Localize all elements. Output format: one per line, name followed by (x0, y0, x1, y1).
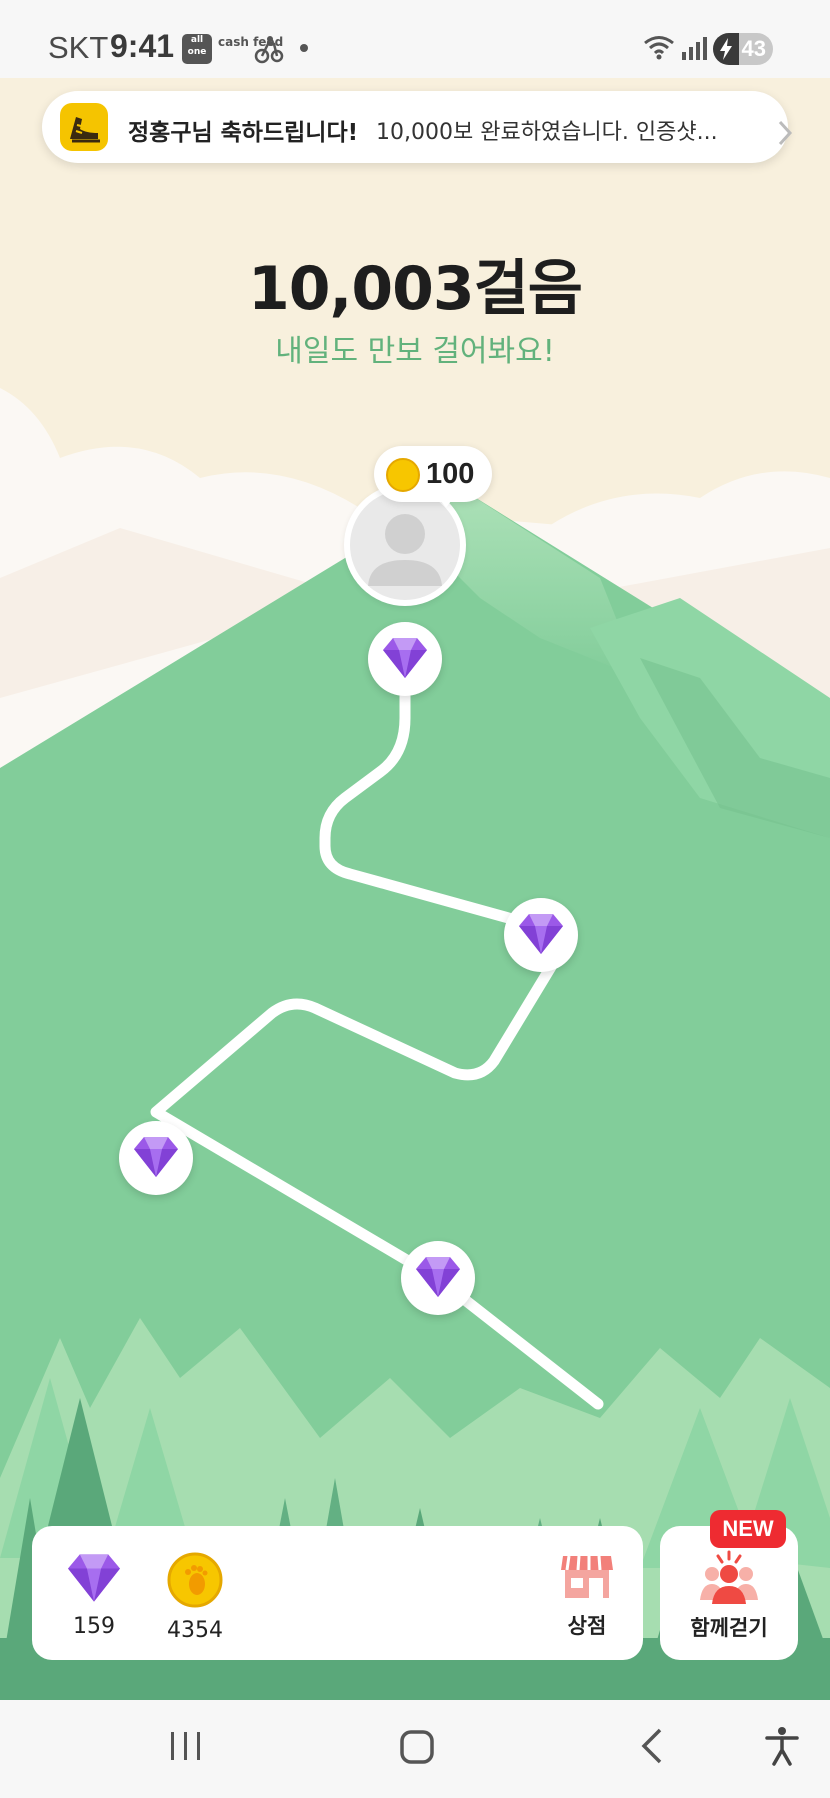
step-goal-notification[interactable]: 정홍구님 축하드립니다! 10,000보 완료하였습니다. 인증샷... (42, 91, 788, 163)
charging-bolt-icon (720, 38, 732, 60)
carrier-label: SKT (48, 30, 109, 65)
gem-icon (383, 638, 427, 678)
summit-reward-bubble[interactable]: 100 (374, 446, 492, 508)
clock: 9:41 (110, 28, 175, 64)
step-count: 10,003걸음 (248, 254, 583, 324)
signal-icon (682, 37, 707, 60)
coin-balance[interactable]: 4354 (150, 1552, 240, 1643)
home-icon[interactable] (398, 1726, 438, 1766)
path-node-gem[interactable] (504, 898, 578, 972)
gem-icon (68, 1554, 120, 1602)
encouragement-subtitle: 내일도 만보 걸어봐요! (275, 334, 555, 369)
gem-icon (134, 1137, 178, 1177)
cyclist-notification-icon (254, 36, 284, 64)
new-badge: NEW (710, 1510, 786, 1548)
walk-together-label: 함께걷기 (690, 1616, 768, 1640)
shop-label: 상점 (567, 1614, 607, 1638)
shop-button[interactable]: 상점 (552, 1552, 622, 1640)
battery-indicator: 43 (713, 33, 773, 65)
coin-count: 4354 (167, 1618, 223, 1643)
more-notifications-dot (300, 44, 308, 52)
allone-app-icon: all one (182, 34, 212, 64)
back-icon[interactable] (636, 1726, 666, 1766)
wifi-icon (644, 36, 674, 60)
battery-level: 43 (741, 36, 766, 61)
notification-title: 정홍구님 축하드립니다! (128, 120, 359, 146)
bubble-tail (436, 494, 456, 508)
notification-expand-icon[interactable] (776, 118, 794, 148)
group-people-icon (700, 1550, 758, 1604)
status-bar: SKT 9:41 all one cash feed 43 (0, 0, 830, 78)
shoe-app-icon (60, 103, 108, 151)
footprint-coin-icon (167, 1552, 223, 1608)
system-nav-bar (0, 1700, 830, 1798)
gem-icon (519, 914, 563, 954)
store-icon (561, 1555, 613, 1598)
path-node-gem[interactable] (368, 622, 442, 696)
summit-reward-value: 100 (426, 458, 475, 490)
gem-icon (416, 1257, 460, 1297)
path-node-gem[interactable] (119, 1121, 193, 1195)
gem-balance[interactable]: 159 (58, 1552, 130, 1639)
accessibility-icon[interactable] (764, 1726, 800, 1766)
coin-icon (386, 458, 420, 492)
gem-count: 159 (73, 1614, 115, 1639)
wallet-card: 159 4354 상점 (32, 1526, 643, 1660)
notification-body: 10,000보 완료하였습니다. 인증샷... (376, 120, 718, 145)
recents-icon[interactable] (168, 1726, 204, 1766)
path-node-gem[interactable] (401, 1241, 475, 1315)
